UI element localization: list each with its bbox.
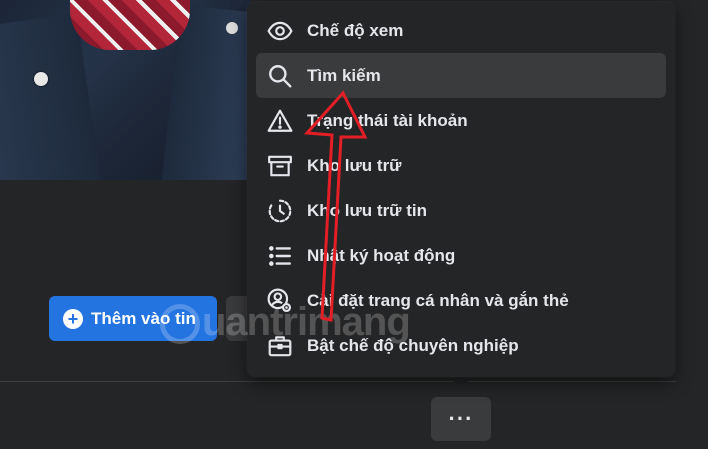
menu-item-story-archive[interactable]: Kho lưu trữ tin [256,188,666,233]
plus-icon: + [63,308,83,329]
menu-item-label: Bật chế độ chuyên nghiệp [307,335,519,355]
profile-divider [0,381,676,382]
menu-item-label: Nhật ký hoạt động [307,245,456,265]
menu-item-label: Chế độ xem [307,20,404,40]
eye-icon [266,17,294,45]
archive-icon [266,152,294,180]
menu-item-label: Tìm kiếm [307,65,381,85]
more-dots-icon: ··· [448,406,474,431]
menu-item-professional-mode[interactable]: Bật chế độ chuyên nghiệp [256,323,666,368]
menu-item-profile-settings[interactable]: Cài đặt trang cá nhân và gắn thẻ [256,278,666,323]
menu-item-search[interactable]: Tìm kiếm [256,53,666,98]
briefcase-icon [266,332,294,360]
add-to-story-button[interactable]: + Thêm vào tin [49,296,217,341]
profile-settings-icon [266,287,294,315]
menu-item-account-status[interactable]: Trạng thái tài khoản [256,98,666,143]
right-panel-edge [676,0,708,449]
menu-item-label: Trạng thái tài khoản [307,110,468,130]
activity-list-icon [266,242,294,270]
story-archive-icon [266,197,294,225]
warning-icon [266,107,294,135]
menu-item-label: Kho lưu trữ tin [307,200,427,220]
profile-photo[interactable] [0,0,250,180]
more-options-button[interactable]: ··· [431,397,491,441]
menu-item-activity-log[interactable]: Nhật ký hoạt động [256,233,666,278]
add-to-story-label: Thêm vào tin [91,308,196,328]
menu-item-label: Kho lưu trữ [307,155,402,175]
search-icon [266,62,294,90]
menu-item-archive[interactable]: Kho lưu trữ [256,143,666,188]
profile-options-menu: Chế độ xem Tìm kiếm Trạng thái tài khoản… [247,2,675,377]
menu-item-view-as[interactable]: Chế độ xem [256,8,666,53]
menu-item-label: Cài đặt trang cá nhân và gắn thẻ [307,290,569,310]
